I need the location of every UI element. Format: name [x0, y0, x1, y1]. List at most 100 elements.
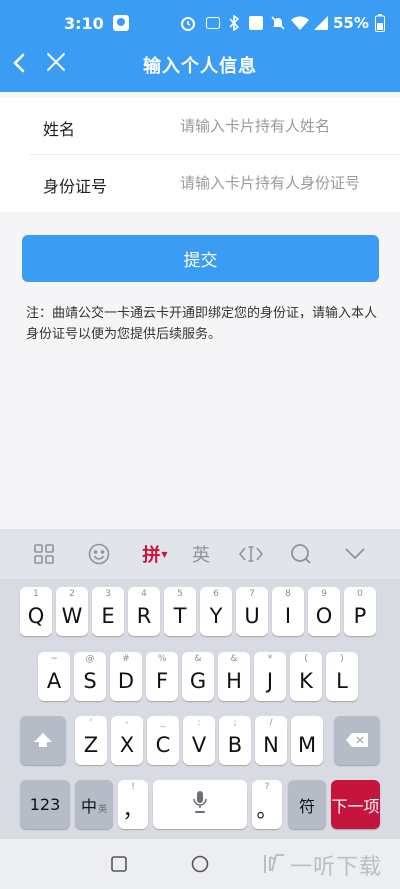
name-row: 姓名	[0, 98, 400, 155]
pinyin-label: 拼	[142, 545, 161, 566]
key-l[interactable]: ) L	[326, 652, 358, 701]
key-hint: '	[89, 718, 93, 728]
key-label: V	[191, 732, 207, 757]
key-label: A	[46, 668, 62, 693]
key-y[interactable]: 6Y	[200, 587, 232, 636]
key-n[interactable]: / N	[255, 716, 287, 765]
key-v[interactable]: :V	[183, 716, 215, 765]
name-input[interactable]	[180, 114, 380, 138]
key-e[interactable]: 3E	[92, 587, 124, 636]
submit-button[interactable]: 提交	[22, 235, 379, 282]
watermark-text: 一听下载	[290, 855, 383, 880]
keyboard: 拼 ▼ 英 1 Q 2 W 3 E 4 R 5 T 6 Y 7 U 8 I 9 O 0 P ~ A @ S # D% F & G & H * J…	[0, 529, 400, 839]
comma-key-hint: !	[131, 782, 135, 792]
language-switch-key[interactable]: 中 英	[75, 780, 113, 829]
dropdown-icon: ▼	[161, 549, 168, 559]
id-number-input[interactable]	[180, 171, 380, 195]
key-label: J	[266, 668, 274, 693]
key-c[interactable]: _ C	[147, 716, 179, 765]
key-label: G	[189, 668, 207, 693]
key-o[interactable]: 9O	[308, 587, 340, 636]
key-hint: *	[267, 654, 273, 664]
key-u[interactable]: 7U	[236, 587, 268, 636]
key-f[interactable]: % F	[146, 652, 178, 701]
period-key-hint: ?	[264, 782, 270, 792]
key-a[interactable]: ~ A	[38, 652, 70, 701]
pinyin-mode-tab[interactable]: 拼 ▼	[138, 542, 172, 566]
watermark-logo-icon	[262, 851, 286, 877]
key-hint: 2	[69, 589, 75, 599]
home-icon[interactable]	[191, 855, 209, 873]
key-hint: /	[269, 718, 273, 728]
key-g[interactable]: & G	[182, 652, 214, 701]
apps-grid-icon[interactable]	[33, 542, 55, 566]
key-hint: _	[160, 718, 166, 728]
backspace-key[interactable]	[334, 716, 380, 765]
key-label: D	[117, 668, 135, 693]
space-key[interactable]	[153, 780, 247, 829]
key-h[interactable]: & H	[218, 652, 250, 701]
key-hint: 1	[33, 589, 39, 599]
key-hint: &	[194, 654, 202, 664]
key-hint: &	[230, 654, 238, 664]
alarm-icon	[180, 14, 196, 32]
language-key-label: 中	[80, 796, 97, 816]
top-bar: 3:10 55% 输入个人信息	[0, 0, 400, 92]
nav-bar: 输入个人信息	[0, 46, 400, 92]
key-label: B	[227, 732, 243, 757]
comma-key[interactable]: ! ，	[118, 780, 148, 829]
key-x[interactable]: -X	[111, 716, 143, 765]
key-q[interactable]: 1Q	[20, 587, 52, 636]
key-b[interactable]: ; B	[219, 716, 251, 765]
key-hint: @	[85, 654, 95, 664]
symbols-key[interactable]: 符	[288, 780, 326, 829]
volte-icon	[248, 14, 264, 32]
cursor-icon[interactable]	[238, 542, 264, 566]
key-hint: 0	[357, 589, 363, 599]
next-field-key[interactable]: 下一项	[331, 780, 380, 829]
wifi-icon	[291, 14, 309, 32]
shift-key[interactable]	[20, 716, 66, 765]
key-label: T	[173, 603, 187, 628]
recent-apps-icon[interactable]	[111, 856, 127, 872]
key-label: I	[284, 603, 292, 628]
key-d[interactable]: # D	[110, 652, 142, 701]
collapse-keyboard-icon[interactable]	[343, 542, 367, 566]
key-r[interactable]: 4R	[128, 587, 160, 636]
key-w[interactable]: 2W	[56, 587, 88, 636]
key-hint: ;	[233, 718, 237, 728]
key-label: X	[119, 732, 135, 757]
key-i[interactable]: 8I	[272, 587, 304, 636]
key-hint: #	[122, 654, 130, 664]
key-label: N	[263, 732, 279, 757]
key-label: C	[155, 732, 171, 757]
key-j[interactable]: * J	[254, 652, 286, 701]
hd-icon	[206, 14, 220, 32]
page-title: 输入个人信息	[143, 56, 257, 77]
key-hint: %	[157, 654, 167, 664]
key-t[interactable]: 5T	[164, 587, 196, 636]
key-p[interactable]: 0P	[344, 587, 376, 636]
key-hint: 4	[141, 589, 147, 599]
numbers-key-label: 123	[29, 795, 61, 814]
emoji-icon[interactable]	[87, 542, 111, 566]
key-label: L	[336, 668, 348, 693]
key-label: R	[136, 603, 152, 628]
key-m[interactable]: M	[291, 716, 323, 765]
period-key[interactable]: ? 。	[252, 780, 282, 829]
key-hint: 7	[249, 589, 255, 599]
system-nav-bar: 一听下载	[0, 839, 400, 889]
mute-icon	[270, 14, 286, 32]
signal-icon	[313, 14, 329, 32]
key-z[interactable]: ' Z	[75, 716, 107, 765]
key-s[interactable]: @ S	[74, 652, 106, 701]
key-k[interactable]: (K	[290, 652, 322, 701]
app-notification-icon	[112, 14, 130, 32]
name-label: 姓名	[43, 120, 76, 139]
key-hint: ~	[50, 654, 58, 664]
english-mode-tab[interactable]: 英	[190, 542, 212, 566]
symbols-key-label: 符	[298, 796, 315, 816]
numbers-key[interactable]: 123	[20, 780, 70, 829]
personal-info-form: 姓名 身份证号	[0, 98, 400, 212]
search-icon[interactable]	[289, 542, 313, 566]
